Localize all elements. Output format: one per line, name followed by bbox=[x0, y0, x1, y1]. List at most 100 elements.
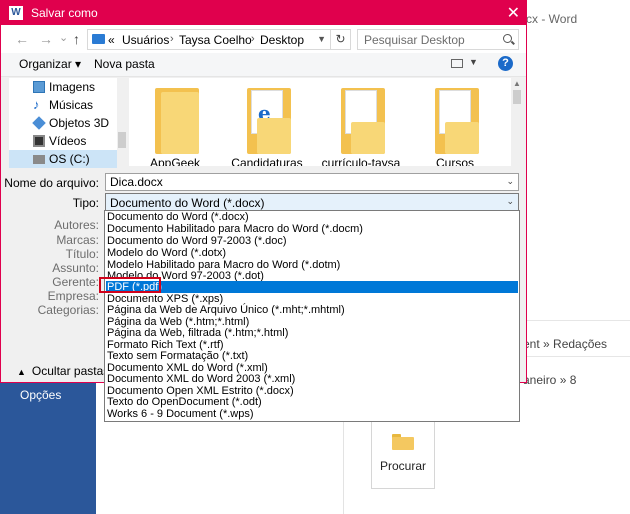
scrollbar-thumb[interactable] bbox=[118, 132, 126, 148]
file-item-label: Candidaturas bbox=[231, 156, 303, 166]
organizar-button[interactable]: Organizar ▾ bbox=[19, 57, 81, 71]
view-dropdown-icon[interactable]: ▼ bbox=[469, 57, 478, 67]
dialog-title: Salvar como bbox=[31, 6, 98, 20]
scrollbar-thumb[interactable] bbox=[513, 90, 521, 104]
ocultar-pastas-button[interactable]: ▲ Ocultar pastas bbox=[17, 364, 109, 378]
search-icon[interactable] bbox=[503, 34, 512, 43]
file-item-label: currículo-taysa bbox=[321, 156, 401, 166]
breadcrumb-usuarios[interactable]: Usuários bbox=[122, 33, 169, 47]
folder-icon bbox=[435, 88, 479, 154]
help-icon[interactable]: ? bbox=[498, 56, 513, 71]
forward-arrow-icon[interactable]: → bbox=[39, 31, 53, 47]
sidebar-item-label: OS (C:) bbox=[49, 152, 90, 166]
file-item-curriculo-taysa[interactable]: currículo-taysa bbox=[319, 78, 403, 166]
refresh-icon[interactable]: ↻ bbox=[331, 29, 351, 50]
navigation-bar: ← → ⌄ ↑ « Usuários › Taysa Coelho › Desk… bbox=[1, 25, 526, 53]
categorias-label: Categorias: bbox=[37, 303, 99, 317]
pdf-highlight-annotation bbox=[99, 277, 161, 293]
tipo-label: Tipo: bbox=[72, 196, 99, 210]
up-folder-icon[interactable]: ↑ bbox=[73, 31, 80, 47]
file-type-option[interactable]: Página da Web de Arquivo Único (*.mht;*.… bbox=[106, 304, 518, 316]
sidebar-item-label: Músicas bbox=[49, 98, 94, 112]
file-type-dropdown-list: Documento do Word (*.docx) Documento Hab… bbox=[104, 210, 520, 422]
file-type-option[interactable]: Documento do Word (*.docx) bbox=[106, 211, 518, 223]
word-title-fragment: cx - Word bbox=[526, 12, 578, 26]
marcas-label: Marcas: bbox=[56, 233, 99, 247]
folder-icon bbox=[155, 88, 199, 154]
nome-arquivo-label: Nome do arquivo: bbox=[4, 176, 99, 190]
view-options-icon[interactable] bbox=[451, 59, 463, 68]
file-type-option-pdf[interactable]: PDF (*.pdf) bbox=[106, 281, 518, 293]
dialog-titlebar: W Salvar como ✕ bbox=[1, 1, 526, 25]
address-dropdown-icon[interactable]: ▼ bbox=[317, 34, 326, 44]
file-item-cursos[interactable]: Cursos bbox=[413, 78, 497, 166]
file-name-field[interactable]: ⌄ bbox=[105, 173, 519, 191]
gerente-label: Gerente: bbox=[52, 275, 99, 289]
sidebar-item-label: Objetos 3D bbox=[49, 116, 110, 130]
address-bar[interactable]: « Usuários › Taysa Coelho › Desktop ▼ bbox=[87, 29, 331, 50]
recent-locations-dropdown-icon[interactable]: ⌄ bbox=[59, 31, 68, 44]
file-type-option[interactable]: Works 6 - 9 Document (*.wps) bbox=[106, 408, 518, 420]
file-type-option[interactable]: Documento Habilitado para Macro do Word … bbox=[106, 223, 518, 235]
word-app-icon: W bbox=[9, 6, 23, 20]
music-icon: ♪ bbox=[33, 97, 40, 112]
images-icon bbox=[33, 81, 45, 93]
file-item-candidaturas[interactable]: e Candidaturas bbox=[225, 78, 309, 166]
file-name-dropdown-icon[interactable]: ⌄ bbox=[506, 176, 514, 187]
recent-path-fragment[interactable]: aneiro » 8 bbox=[523, 373, 576, 387]
file-type-option[interactable]: Página da Web, filtrada (*.htm;*.html) bbox=[106, 327, 518, 339]
file-name-input[interactable] bbox=[110, 174, 500, 190]
folder-icon: e bbox=[247, 88, 291, 154]
breadcrumb-separator-icon[interactable]: › bbox=[251, 33, 255, 45]
file-type-option[interactable]: Documento do Word 97-2003 (*.doc) bbox=[106, 235, 518, 247]
assunto-label: Assunto: bbox=[52, 261, 99, 275]
file-item-appgeek[interactable]: AppGeek bbox=[133, 78, 217, 166]
file-type-option[interactable]: Modelo do Word (*.dotx) bbox=[106, 247, 518, 259]
computer-icon bbox=[92, 34, 105, 44]
sidebar-item-imagens[interactable]: Imagens bbox=[9, 78, 117, 96]
file-type-option[interactable]: Documento XML do Word 2003 (*.xml) bbox=[106, 373, 518, 385]
recent-path-fragment[interactable]: ent » Redações bbox=[523, 337, 607, 351]
scroll-up-icon[interactable]: ▲ bbox=[513, 79, 521, 88]
nova-pasta-button[interactable]: Nova pasta bbox=[94, 57, 155, 71]
file-item-label: Cursos bbox=[435, 156, 474, 166]
titulo-label: Título: bbox=[65, 247, 99, 261]
breadcrumb-overflow[interactable]: « bbox=[108, 33, 115, 47]
file-type-select[interactable]: Documento do Word (*.docx) ⌄ bbox=[105, 193, 519, 211]
folder-icon bbox=[392, 434, 414, 450]
sidebar-item-label: Imagens bbox=[49, 80, 96, 94]
breadcrumb-taysa-coelho[interactable]: Taysa Coelho bbox=[179, 33, 252, 47]
dialog-toolbar: Organizar ▾ Nova pasta ▼ ? bbox=[1, 53, 526, 77]
navigation-pane: Imagens ♪ Músicas Objetos 3D Vídeos OS (… bbox=[9, 78, 127, 168]
caret-up-icon: ▲ bbox=[17, 367, 26, 377]
sidebar-item-videos[interactable]: Vídeos bbox=[9, 132, 117, 150]
sidebar-scrollbar[interactable] bbox=[117, 78, 127, 166]
drive-icon bbox=[33, 155, 45, 164]
folder-icon bbox=[341, 88, 385, 154]
sidebar-item-musicas[interactable]: ♪ Músicas bbox=[9, 96, 117, 114]
video-icon bbox=[33, 135, 45, 147]
ocultar-pastas-label: Ocultar pastas bbox=[31, 364, 110, 378]
file-type-dropdown-icon[interactable]: ⌄ bbox=[506, 196, 514, 207]
file-list-scrollbar[interactable]: ▲ bbox=[511, 78, 523, 166]
procurar-label: Procurar bbox=[379, 459, 426, 473]
back-arrow-icon[interactable]: ← bbox=[15, 31, 29, 47]
empresa-label: Empresa: bbox=[47, 289, 99, 303]
file-item-label: AppGeek bbox=[149, 156, 201, 166]
search-box[interactable] bbox=[357, 29, 519, 50]
backstage-opcoes[interactable]: Opções bbox=[20, 388, 61, 402]
sidebar-item-label: Vídeos bbox=[49, 134, 87, 148]
search-input[interactable] bbox=[364, 30, 504, 49]
file-type-option[interactable]: Texto do OpenDocument (*.odt) bbox=[106, 396, 518, 408]
objects-3d-icon bbox=[32, 116, 46, 130]
procurar-button[interactable]: Procurar bbox=[371, 421, 435, 489]
autores-label: Autores: bbox=[54, 218, 99, 232]
file-type-value: Documento do Word (*.docx) bbox=[110, 196, 265, 210]
sidebar-item-os-c[interactable]: OS (C:) bbox=[9, 150, 117, 168]
sidebar-item-objetos-3d[interactable]: Objetos 3D bbox=[9, 114, 117, 132]
breadcrumb-desktop[interactable]: Desktop bbox=[260, 33, 304, 47]
breadcrumb-separator-icon[interactable]: › bbox=[170, 33, 174, 45]
file-type-option[interactable]: Texto sem Formatação (*.txt) bbox=[106, 350, 518, 362]
file-list: AppGeek e Candidaturas currículo-taysa C… bbox=[129, 78, 511, 166]
close-icon[interactable]: ✕ bbox=[507, 3, 520, 23]
